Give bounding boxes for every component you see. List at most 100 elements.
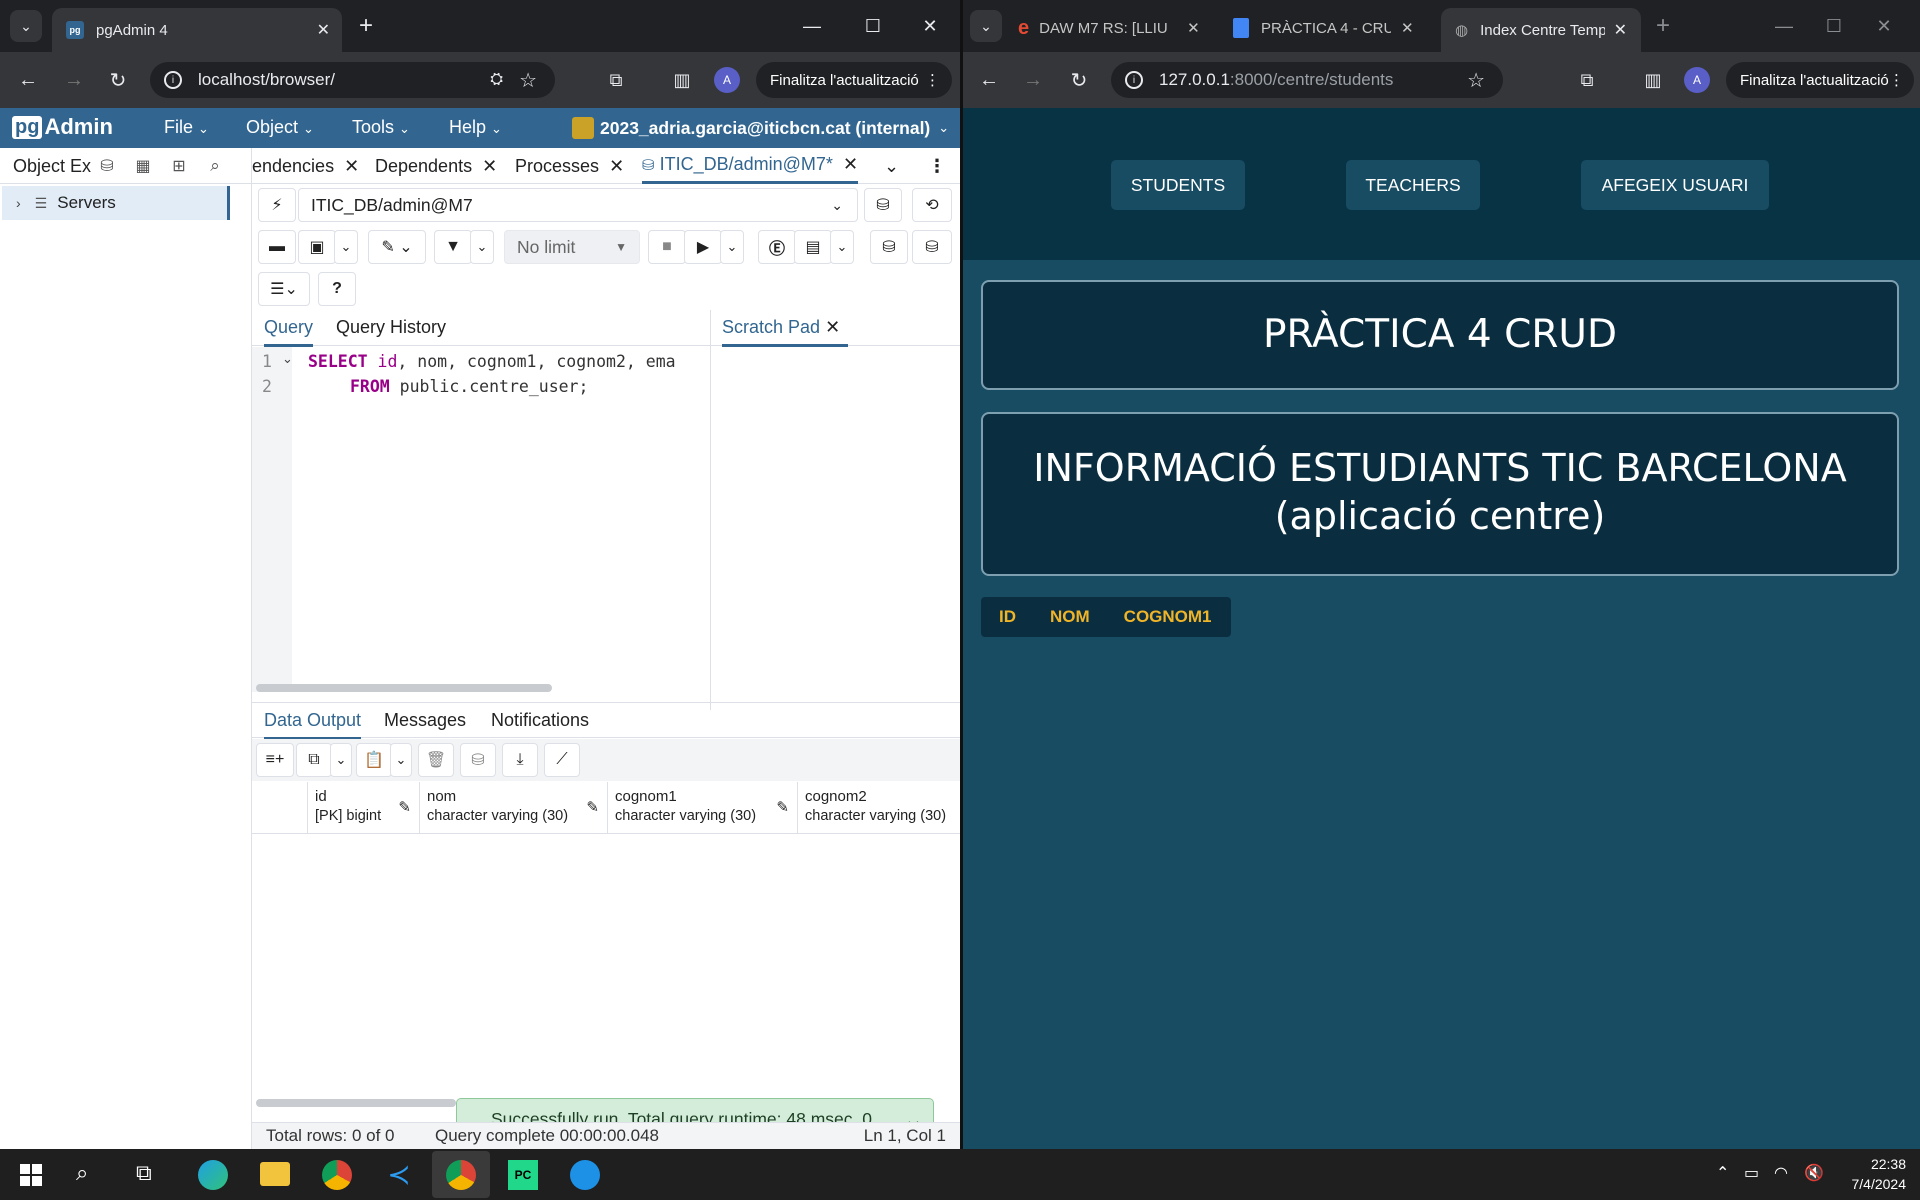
clock[interactable]: 22:38 7/4/2024 bbox=[1838, 1154, 1907, 1194]
tab-query-history[interactable]: Query History bbox=[336, 317, 446, 338]
tab-dependencies[interactable]: endencies ✕ bbox=[252, 156, 359, 177]
vscode-icon[interactable]: ≺ bbox=[384, 1160, 414, 1190]
tab-practica-4[interactable]: PRÀCTICA 4 - CRU ✕ bbox=[1233, 10, 1433, 46]
address-bar[interactable]: i localhost/browser/ ⛭ ☆ bbox=[150, 62, 555, 98]
column-header-nom[interactable]: nom character varying (30) ✎ bbox=[420, 782, 608, 834]
tab-search-icon[interactable]: ⌄ bbox=[10, 10, 42, 42]
reset-layout-icon[interactable]: ⟲ bbox=[912, 188, 952, 222]
commit-icon[interactable]: ⛁ bbox=[870, 230, 908, 264]
tab-query[interactable]: Query bbox=[264, 317, 314, 347]
close-tab-icon[interactable]: ✕ bbox=[1614, 20, 1627, 40]
tray-chevron-icon[interactable]: ⌃ bbox=[1716, 1163, 1729, 1183]
more-options-icon[interactable]: ⋮ bbox=[928, 156, 946, 177]
new-tab-icon[interactable]: + bbox=[1647, 10, 1679, 42]
address-bar[interactable]: i 127.0.0.1:8000/centre/students ☆ bbox=[1111, 62, 1503, 98]
table-icon[interactable]: ▦ bbox=[128, 156, 158, 176]
save-options-chevron-icon[interactable]: ⌄ bbox=[334, 230, 358, 264]
chevron-down-icon[interactable]: ⌄ bbox=[884, 156, 899, 177]
side-panel-icon[interactable]: ▥ bbox=[1637, 64, 1669, 96]
translate-icon[interactable]: ⛭ bbox=[490, 71, 503, 89]
site-info-icon[interactable]: i bbox=[164, 71, 182, 89]
horizontal-scrollbar[interactable] bbox=[256, 684, 552, 692]
wifi-icon[interactable]: ◠ bbox=[1774, 1163, 1788, 1183]
edit-pencil-icon[interactable]: ✎ ⌄ bbox=[368, 230, 426, 264]
execute-options-chevron-icon[interactable]: ⌄ bbox=[720, 230, 744, 264]
extensions-icon[interactable]: ⧉ bbox=[600, 64, 632, 96]
minimize-icon[interactable]: — bbox=[1768, 10, 1800, 42]
update-button[interactable]: Finalitza l'actualització ⋮ bbox=[1726, 62, 1914, 98]
tab-dependents[interactable]: Dependents ✕ bbox=[375, 156, 497, 177]
paste-options-chevron-icon[interactable]: ⌄ bbox=[390, 743, 412, 777]
tab-scratch-pad[interactable]: Scratch Pad ✕ bbox=[722, 317, 849, 347]
close-icon[interactable]: ✕ bbox=[482, 156, 497, 176]
sql-editor[interactable]: 1 ⌄ 2 SELECT id, nom, cognom1, cognom2, … bbox=[252, 347, 709, 692]
file-explorer-icon[interactable] bbox=[260, 1162, 290, 1186]
menu-help[interactable]: Help ⌄ bbox=[449, 117, 502, 138]
close-icon[interactable]: ✕ bbox=[843, 154, 858, 174]
column-header-cognom2[interactable]: cognom2 character varying (30) bbox=[798, 782, 960, 834]
chrome-active-icon[interactable] bbox=[432, 1151, 490, 1198]
execute-play-icon[interactable]: ▶ bbox=[684, 230, 722, 264]
search-icon[interactable]: ⌕ bbox=[76, 1160, 88, 1186]
tab-search-icon[interactable]: ⌄ bbox=[970, 10, 1002, 42]
tab-processes[interactable]: Processes ✕ bbox=[515, 156, 624, 177]
menu-file[interactable]: File ⌄ bbox=[164, 117, 209, 138]
tab-data-output[interactable]: Data Output bbox=[264, 710, 362, 740]
limit-select[interactable]: No limit ▼ bbox=[504, 230, 640, 264]
edge-icon[interactable] bbox=[198, 1160, 228, 1190]
profile-avatar[interactable]: A bbox=[714, 67, 740, 93]
extensions-icon[interactable]: ⧉ bbox=[1571, 64, 1603, 96]
tab-index-centre[interactable]: ◍ Index Centre Temp ✕ bbox=[1441, 8, 1641, 52]
nav-add-user-button[interactable]: AFEGEIX USUARI bbox=[1581, 160, 1769, 210]
fold-chevron-icon[interactable]: ⌄ bbox=[282, 351, 293, 367]
column-header-id[interactable]: id [PK] bigint ✎ bbox=[308, 782, 420, 834]
tab-pgadmin[interactable]: pg pgAdmin 4 ✕ bbox=[52, 8, 342, 52]
help-icon[interactable]: ? bbox=[318, 272, 356, 306]
explain-analyze-icon[interactable]: ▤ bbox=[794, 230, 832, 264]
docker-icon[interactable] bbox=[570, 1160, 600, 1190]
pycharm-icon[interactable]: PC bbox=[508, 1160, 538, 1190]
battery-icon[interactable]: ▭ bbox=[1744, 1163, 1759, 1183]
menu-tools[interactable]: Tools ⌄ bbox=[352, 117, 410, 138]
connection-status-icon[interactable]: ⚡ bbox=[258, 188, 296, 222]
back-icon[interactable]: ← bbox=[973, 64, 1005, 96]
nav-teachers-button[interactable]: TEACHERS bbox=[1346, 160, 1480, 210]
database-icon[interactable]: ⛁ bbox=[92, 156, 122, 176]
tab-daw-m7[interactable]: e DAW M7 RS: [LLIU ✕ bbox=[1018, 10, 1218, 46]
explain-icon[interactable]: Ⓔ bbox=[758, 230, 796, 264]
close-icon[interactable]: ✕ bbox=[825, 317, 840, 337]
column-header-cognom1[interactable]: cognom1 character varying (30) ✎ bbox=[608, 782, 798, 834]
graph-icon[interactable]: ⟋ bbox=[544, 743, 580, 777]
start-windows-icon[interactable] bbox=[20, 1164, 42, 1186]
forward-icon[interactable]: → bbox=[1017, 64, 1049, 96]
add-row-icon[interactable]: ≡+ bbox=[256, 743, 294, 777]
back-icon[interactable]: ← bbox=[12, 64, 44, 96]
search-icon[interactable]: ⌕ bbox=[200, 156, 230, 176]
side-panel-icon[interactable]: ▥ bbox=[666, 64, 698, 96]
macros-icon[interactable]: ☰⌄ bbox=[258, 272, 310, 306]
connection-select[interactable]: ITIC_DB/admin@M7 ⌄ bbox=[298, 188, 858, 222]
close-icon[interactable]: ✕ bbox=[344, 156, 359, 176]
minimize-icon[interactable]: — bbox=[796, 10, 828, 42]
reload-icon[interactable]: ↻ bbox=[1063, 64, 1095, 96]
save-icon[interactable]: ▣ bbox=[298, 230, 336, 264]
tab-messages[interactable]: Messages bbox=[384, 710, 466, 731]
expand-chevron-icon[interactable]: › bbox=[16, 195, 21, 211]
bookmark-star-icon[interactable]: ☆ bbox=[519, 68, 537, 93]
rollback-icon[interactable]: ⛁ bbox=[912, 230, 952, 264]
filter-table-icon[interactable]: ⊞ bbox=[164, 156, 194, 176]
profile-avatar[interactable]: A bbox=[1684, 67, 1710, 93]
close-icon[interactable]: ✕ bbox=[609, 156, 624, 176]
nav-students-button[interactable]: STUDENTS bbox=[1111, 160, 1245, 210]
maximize-icon[interactable]: ☐ bbox=[857, 10, 889, 42]
filter-options-chevron-icon[interactable]: ⌄ bbox=[470, 230, 494, 264]
close-tab-icon[interactable]: ✕ bbox=[317, 20, 330, 40]
volume-muted-icon[interactable]: 🔇 bbox=[1804, 1163, 1824, 1183]
copy-options-chevron-icon[interactable]: ⌄ bbox=[330, 743, 352, 777]
filter-icon[interactable]: ▼ bbox=[434, 230, 472, 264]
save-data-icon[interactable]: ⛁ bbox=[460, 743, 496, 777]
bookmark-star-icon[interactable]: ☆ bbox=[1467, 68, 1485, 93]
close-window-icon[interactable]: ✕ bbox=[1868, 10, 1900, 42]
grid-horizontal-scrollbar[interactable] bbox=[256, 1099, 456, 1107]
tab-notifications[interactable]: Notifications bbox=[491, 710, 589, 731]
